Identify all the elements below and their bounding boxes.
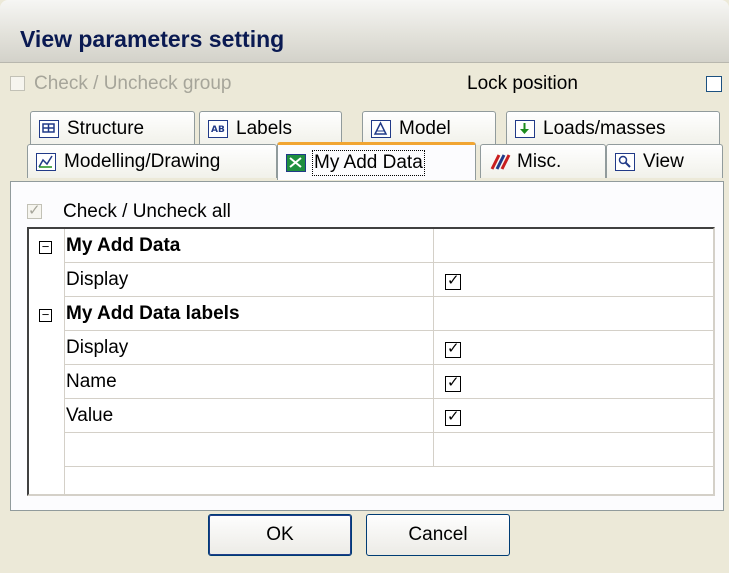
tab-model-label: Model: [399, 117, 451, 139]
property-name: Value: [64, 399, 434, 432]
tab-view-label: View: [643, 150, 684, 172]
check-group-checkbox[interactable]: [10, 76, 25, 91]
cancel-button[interactable]: Cancel: [366, 514, 510, 556]
tab-my-add-data-label: My Add Data: [312, 149, 425, 176]
ok-button[interactable]: OK: [208, 514, 352, 556]
grid-value-cell: ✓: [435, 331, 715, 364]
grid-row[interactable]: Value ✓: [64, 399, 715, 433]
grid-row[interactable]: Display ✓: [64, 331, 715, 365]
lock-position-label: Lock position: [467, 73, 578, 94]
loads-icon: [515, 119, 535, 138]
tab-structure[interactable]: Structure: [30, 111, 195, 145]
property-name: [64, 433, 434, 466]
check-all-label: Check / Uncheck all: [63, 201, 231, 222]
property-name: Name: [64, 365, 434, 398]
grid-gutter: − −: [29, 229, 65, 494]
grid-row-group: My Add Data: [64, 229, 715, 263]
tab-modelling-drawing-label: Modelling/Drawing: [64, 150, 221, 172]
grid-value-cell: [435, 297, 715, 330]
structure-icon: [39, 119, 59, 138]
tab-loads-masses[interactable]: Loads/masses: [506, 111, 720, 145]
tab-misc-label: Misc.: [517, 150, 562, 172]
lock-position-checkbox[interactable]: [706, 76, 722, 92]
window-title: View parameters setting: [20, 26, 285, 52]
tab-structure-label: Structure: [67, 117, 145, 139]
collapse-icon[interactable]: −: [39, 240, 52, 254]
collapse-icon[interactable]: −: [39, 308, 52, 322]
labels-value-checkbox[interactable]: ✓: [445, 408, 461, 426]
tab-view[interactable]: View: [606, 144, 723, 178]
misc-icon: [489, 153, 511, 171]
property-name: Display: [64, 263, 434, 296]
labels-icon: AB: [208, 119, 228, 138]
view-icon: [615, 152, 635, 171]
check-group-label: Check / Uncheck group: [34, 73, 232, 94]
title-bar[interactable]: View parameters setting: [0, 0, 729, 63]
check-all-checkbox[interactable]: ✓: [27, 202, 42, 219]
grid-row-group: My Add Data labels: [64, 297, 715, 331]
tab-labels-label: Labels: [236, 117, 292, 139]
grid-row[interactable]: Name ✓: [64, 365, 715, 399]
model-icon: [371, 119, 391, 138]
tab-modelling-drawing[interactable]: Modelling/Drawing: [27, 144, 277, 178]
group-name: My Add Data labels: [64, 297, 434, 330]
modelling-icon: [36, 152, 56, 171]
property-name: Display: [64, 331, 434, 364]
grid-value-cell: [435, 433, 715, 466]
tab-loads-masses-label: Loads/masses: [543, 117, 666, 139]
grid-row-empty: [64, 433, 715, 467]
labels-name-checkbox[interactable]: ✓: [445, 374, 461, 392]
display-checkbox[interactable]: ✓: [445, 272, 461, 290]
tab-my-add-data[interactable]: My Add Data: [277, 142, 476, 180]
grid-value-cell: ✓: [435, 399, 715, 432]
group-name: My Add Data: [64, 229, 434, 262]
tab-model[interactable]: Model: [362, 111, 496, 145]
property-grid: − − My Add Data Display ✓ My Add Data la…: [27, 227, 715, 496]
labels-display-checkbox[interactable]: ✓: [445, 340, 461, 358]
grid-value-cell: [435, 229, 715, 262]
grid-value-cell: ✓: [435, 263, 715, 296]
tab-misc[interactable]: Misc.: [480, 144, 606, 178]
grid-row[interactable]: Display ✓: [64, 263, 715, 297]
tab-labels[interactable]: AB Labels: [199, 111, 342, 145]
add-data-icon: [286, 153, 306, 172]
grid-value-cell: ✓: [435, 365, 715, 398]
svg-text:AB: AB: [211, 125, 225, 135]
